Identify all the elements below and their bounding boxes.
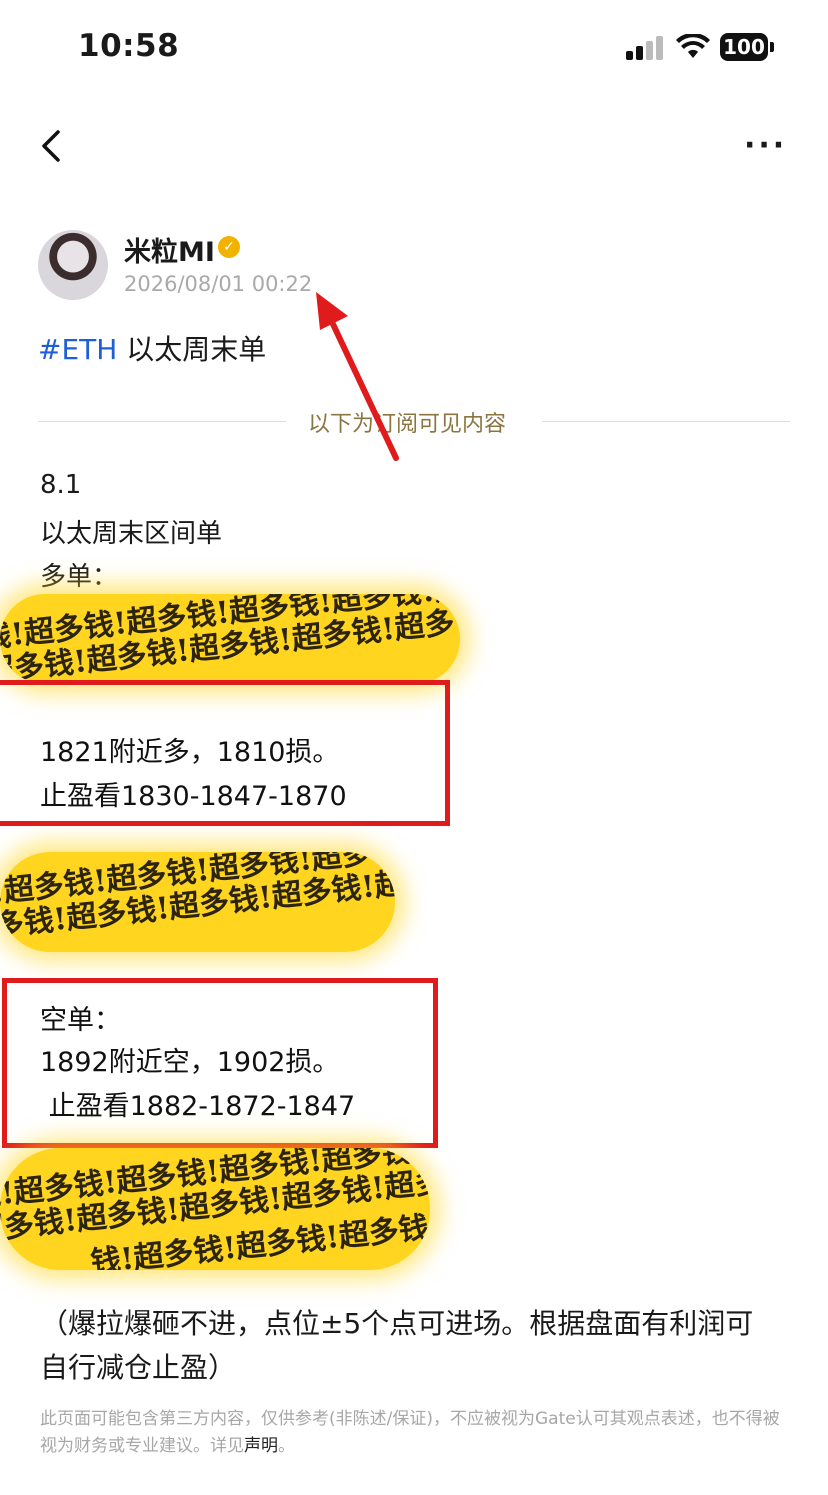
post-title: #ETH 以太周末单 [38,328,266,368]
subscription-divider-label: 以下为订阅可见内容 [308,412,507,437]
long-order-label: 多单： [40,562,119,592]
watermark-highlight: 钱!超多钱!超多钱!超多钱!超多钱!超多 钱!超多钱!超多钱!超多钱!超多钱!超… [0,594,460,684]
battery-tip [770,42,774,52]
trading-note: （爆拉爆砸不进，点位±5个点可进场。根据盘面有利润可自行减仓止盈） [40,1307,754,1384]
short-entry-text: 1892附近空，1902损。 [40,1047,340,1078]
verified-badge-icon: ✓ [218,236,240,258]
cellular-signal-icon [626,36,666,60]
avatar[interactable] [38,230,108,300]
disclaimer: 此页面可能包含第三方内容，仅供参考(非陈述/保证)，不应被视为Gate认可其观点… [40,1406,782,1460]
short-order-label: 空单： [40,1005,121,1036]
divider-left [38,421,286,422]
divider-right [542,421,790,422]
post-subtitle-line: 以太周末区间单 [40,519,223,549]
long-take-profit-text: 止盈看1830-1847-1870 [40,781,347,812]
short-take-profit-text: 止盈看1882-1872-1847 [40,1091,356,1122]
more-options-button[interactable]: ··· [744,126,790,166]
post-title-text: 以太周末单 [117,333,267,366]
wifi-icon [676,34,710,58]
author-name[interactable]: 米粒MI [124,230,215,269]
watermark-highlight: 钱!超多钱!超多钱!超多钱!超多钱!超多 钱!超多钱!超多钱!超多钱!超多钱!超… [0,852,395,952]
long-entry-text: 1821附近多，1810损。 [40,737,340,768]
post-timestamp: 2026/08/01 00:22 [124,272,313,296]
disclaimer-end: 。 [278,1436,295,1456]
battery-icon: 100 [720,33,768,61]
topic-tag[interactable]: #ETH [38,333,117,366]
disclaimer-link[interactable]: 声明 [244,1436,278,1456]
watermark-highlight: 钱!超多钱!超多钱!超多钱!超多钱!超多 钱!超多钱!超多钱!超多钱!超多钱!超… [0,1148,430,1270]
disclaimer-text: 此页面可能包含第三方内容，仅供参考(非陈述/保证)，不应被视为Gate认可其观点… [40,1409,780,1456]
chevron-left-icon[interactable] [36,124,76,168]
status-time: 10:58 [78,28,180,64]
post-date-line: 8.1 [40,470,82,500]
